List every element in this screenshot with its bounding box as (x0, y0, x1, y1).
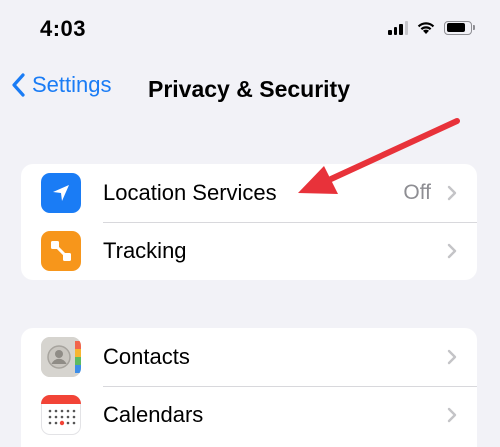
status-bar: 4:03 (0, 0, 500, 60)
row-label: Tracking (103, 238, 187, 263)
settings-group-location: Location Services Off Tracking (21, 164, 477, 280)
status-icons (388, 20, 475, 35)
back-button[interactable]: Settings (12, 72, 112, 98)
chevron-right-icon (447, 407, 457, 423)
calendar-icon (41, 395, 81, 435)
chevron-left-icon (12, 73, 25, 97)
cellular-signal-icon (388, 20, 408, 35)
chevron-right-icon (447, 349, 457, 365)
status-time: 4:03 (40, 16, 87, 41)
battery-icon (444, 20, 475, 35)
contacts-icon (41, 337, 81, 377)
row-calendars[interactable]: Calendars (21, 386, 477, 444)
settings-group-apps: Contacts Calendars (21, 328, 477, 447)
back-button-label: Settings (32, 72, 112, 97)
row-label: Calendars (103, 402, 204, 427)
location-arrow-icon (41, 173, 81, 213)
tracking-icon (41, 231, 81, 271)
row-label: Location Services (103, 180, 277, 205)
row-value: Off (403, 181, 431, 204)
row-tracking[interactable]: Tracking (21, 222, 477, 280)
chevron-right-icon (447, 243, 457, 259)
row-contacts[interactable]: Contacts (21, 328, 477, 386)
row-label: Contacts (103, 344, 190, 369)
wifi-icon (417, 22, 435, 34)
navigation-bar: Settings Privacy & Security (0, 66, 500, 110)
page-title: Privacy & Security (148, 76, 351, 102)
row-location-services[interactable]: Location Services Off (21, 164, 477, 222)
chevron-right-icon (447, 185, 457, 201)
